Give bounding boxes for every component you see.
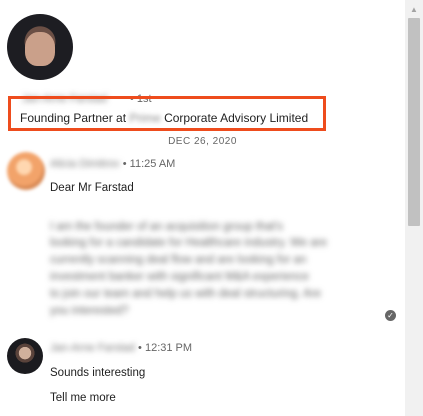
message-text: Dear Mr Farstad: [50, 182, 134, 194]
message-text: Tell me more: [50, 392, 116, 404]
scrollbar-thumb[interactable]: [408, 18, 420, 226]
sender-avatar[interactable]: [7, 338, 43, 374]
message-text-blurred: you interested?: [50, 305, 129, 317]
message-text-blurred: I am the founder of an acquisition group…: [50, 221, 283, 233]
headline-prefix: Founding Partner at: [20, 111, 130, 125]
date-separator: DEC 26, 2020: [168, 136, 237, 147]
message-text-blurred: looking for a candidate for Healthcare i…: [50, 237, 327, 249]
check-circle-icon: ✓: [385, 310, 396, 321]
profile-avatar[interactable]: [7, 14, 73, 80]
message-header: Jan-Arne Farstad • 12:31 PM: [50, 342, 192, 354]
message-time: • 12:31 PM: [138, 342, 193, 354]
triangle-up-icon[interactable]: ▲: [405, 0, 423, 18]
message-text-blurred: investment banker with significant M&A e…: [50, 271, 309, 283]
message-text-blurred: to join our team and help us with deal s…: [50, 288, 322, 300]
vertical-scrollbar[interactable]: ▲: [405, 0, 423, 416]
conversation-pane[interactable]: Jan-Arne Farstad • 1st Founding Partner …: [0, 0, 405, 416]
message-text: Sounds interesting: [50, 367, 146, 379]
profile-headline: Founding Partner at Prime Corporate Advi…: [20, 111, 308, 125]
headline-company-blurred: Prime: [129, 111, 161, 125]
message-text-blurred: currently scanning deal flow and are loo…: [50, 254, 307, 266]
headline-suffix: Corporate Advisory Limited: [160, 111, 309, 125]
message-time: • 11:25 AM: [122, 158, 176, 170]
message-header: Alicia Dimitrov • 11:25 AM: [50, 158, 175, 170]
sender-name[interactable]: Alicia Dimitrov: [50, 158, 120, 170]
sender-avatar[interactable]: [7, 152, 45, 190]
sender-name[interactable]: Jan-Arne Farstad: [50, 342, 135, 354]
